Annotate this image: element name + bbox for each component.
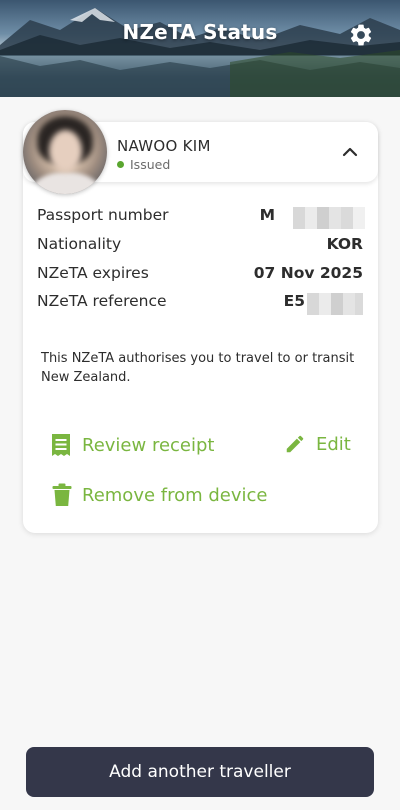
- detail-value: M: [259, 206, 275, 224]
- add-traveller-button[interactable]: Add another traveller: [26, 747, 374, 797]
- detail-value: KOR: [326, 235, 363, 253]
- review-receipt-button[interactable]: Review receipt: [50, 433, 214, 457]
- detail-row-nationality: Nationality KOR: [37, 235, 363, 257]
- remove-from-device-button[interactable]: Remove from device: [52, 483, 268, 507]
- header-banner: NZeTA Status: [0, 0, 400, 97]
- detail-label: Passport number: [37, 206, 169, 224]
- redacted-block: [293, 207, 365, 229]
- chevron-up-icon: [342, 147, 358, 157]
- trash-icon: [52, 483, 72, 506]
- detail-row-reference: NZeTA reference E5: [37, 292, 363, 315]
- collapse-button[interactable]: [340, 143, 360, 161]
- info-text: This NZeTA authorises you to travel to o…: [41, 351, 355, 385]
- status-badge: Issued: [117, 157, 170, 172]
- page-title: NZeTA Status: [122, 20, 278, 44]
- review-receipt-label: Review receipt: [82, 434, 215, 456]
- detail-label: NZeTA reference: [37, 292, 167, 310]
- edit-label: Edit: [316, 433, 351, 455]
- settings-button[interactable]: [348, 22, 374, 48]
- avatar: [23, 110, 107, 194]
- receipt-icon: [52, 434, 70, 456]
- detail-label: Nationality: [37, 235, 122, 253]
- traveller-name: NAWOO KIM: [117, 137, 211, 155]
- detail-value: 07 Nov 2025: [253, 264, 363, 282]
- edit-button[interactable]: Edit: [284, 433, 351, 455]
- redacted-block: [307, 293, 363, 315]
- status-label: Issued: [130, 157, 171, 172]
- detail-label: NZeTA expires: [37, 264, 149, 282]
- pencil-icon: [286, 435, 304, 453]
- remove-label: Remove from device: [82, 484, 268, 506]
- detail-row-passport: Passport number M: [37, 206, 365, 229]
- detail-row-expires: NZeTA expires 07 Nov 2025: [37, 264, 363, 286]
- detail-value: E5: [283, 292, 305, 310]
- gear-icon: [350, 24, 372, 46]
- status-dot-icon: [117, 161, 124, 168]
- landscape-image: [0, 8, 400, 97]
